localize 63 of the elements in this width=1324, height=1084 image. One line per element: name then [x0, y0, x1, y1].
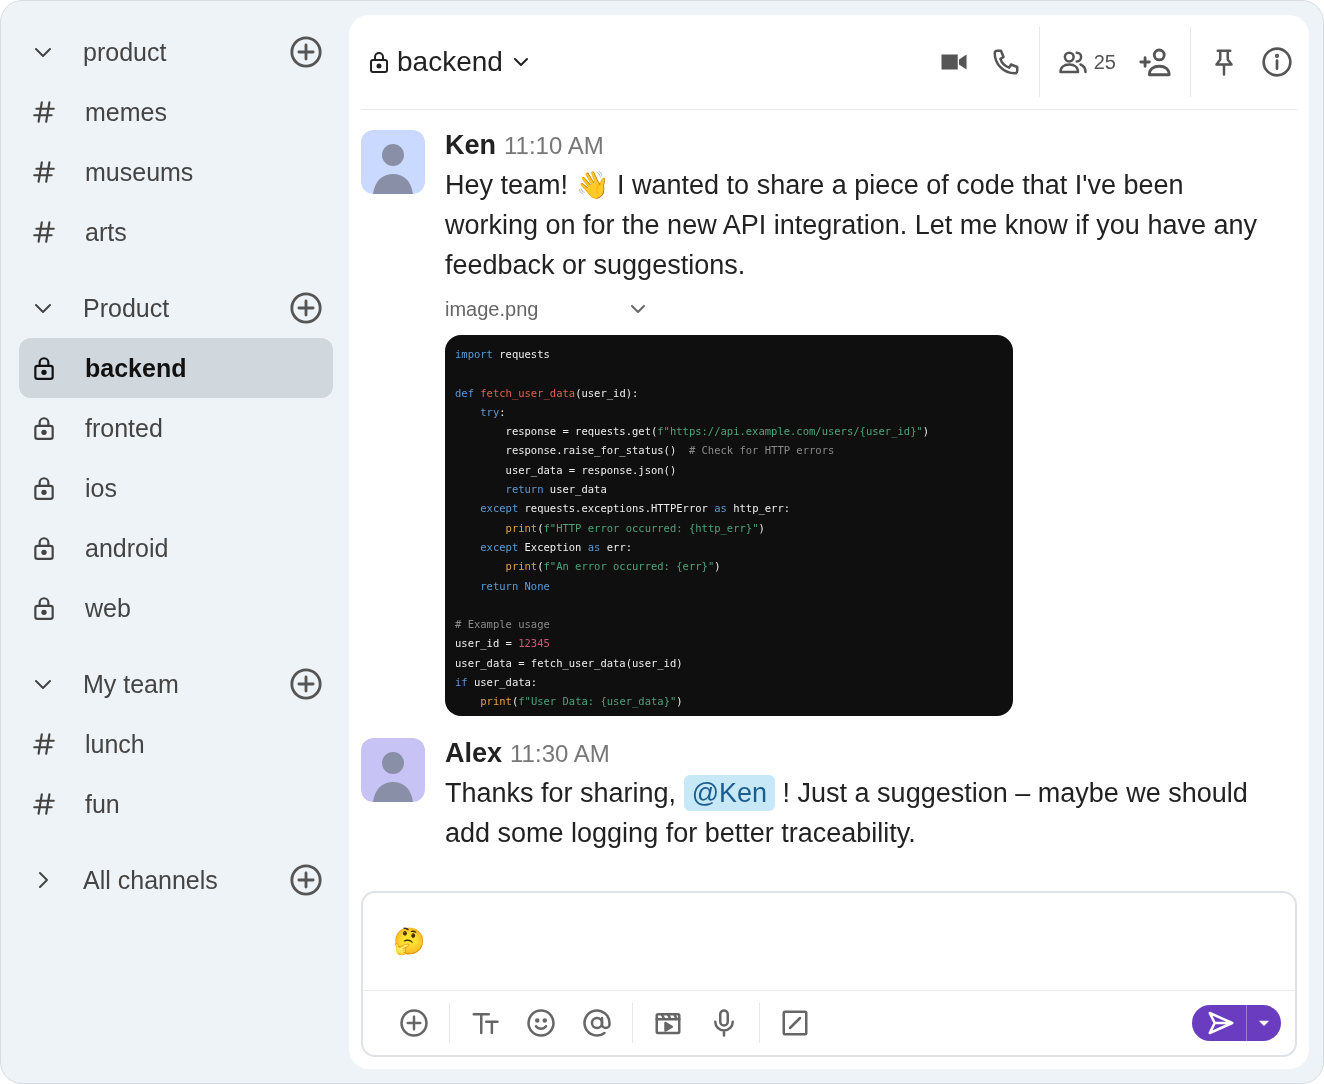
channel-item[interactable]: museums	[19, 142, 333, 202]
section-header[interactable]: All channels	[19, 850, 333, 910]
channel-item[interactable]: memes	[19, 82, 333, 142]
file-name: image.png	[445, 297, 539, 321]
code-line: return user_data	[504, 482, 608, 498]
code-line: user_id = 12345	[455, 636, 551, 652]
code-line: user_data = response.json()	[504, 462, 678, 479]
hash-icon	[31, 219, 57, 245]
slash-box-icon[interactable]	[780, 1008, 810, 1038]
lock-icon	[31, 415, 57, 441]
avatar-placeholder	[361, 130, 425, 194]
lock-icon	[31, 535, 57, 561]
add-icon[interactable]	[399, 1008, 429, 1038]
hash-icon	[31, 791, 57, 817]
hash-icon	[31, 731, 57, 757]
message-text: Hey team! 👋 I wanted to share a piece of code that I've been working on for the new API integration. Let me know if you have any feedback or suggestions.	[445, 169, 1258, 282]
code-line: print(f"An error occurred: {err}")	[504, 559, 722, 575]
author-name: Ken	[445, 130, 496, 161]
code-line: if user_data:	[455, 675, 539, 691]
channel-item[interactable]: web	[19, 578, 333, 638]
code-line: def fetch_user_data(user_id):	[455, 385, 640, 402]
message-text: Thanks for sharing, @Ken ! Just a suggestion – maybe we should add some logging for better traceability.	[445, 772, 1277, 853]
code-line: response.raise_for_status() # Check for HTTP errors	[504, 443, 836, 459]
hash-icon	[31, 159, 57, 185]
channel-item[interactable]: arts	[19, 202, 333, 262]
section-header[interactable]: My team	[19, 654, 333, 714]
lock-icon	[31, 595, 57, 621]
mention-link[interactable]: @Ken	[683, 774, 776, 811]
code-line: return None	[479, 578, 551, 594]
emoji-icon[interactable]	[526, 1008, 556, 1038]
avatar-placeholder	[361, 737, 425, 802]
channel-title[interactable]: backend	[397, 46, 503, 78]
code-line: except Exception as err:	[479, 539, 634, 555]
lock-icon	[31, 475, 57, 501]
channel-item[interactable]: fronted	[19, 398, 333, 458]
code-line: print(f"HTTP error occurred: {http_err}")	[504, 520, 766, 537]
code-line: import requests	[455, 347, 551, 362]
code-line: print(f"User Data: {user_data}")	[479, 694, 684, 710]
add-icon[interactable]	[289, 863, 323, 897]
channel-item[interactable]: lunch	[19, 714, 333, 774]
author-name: Alex	[445, 737, 503, 769]
code-line: # Example usage	[455, 617, 551, 633]
message-time: 11:10 AM	[504, 132, 604, 160]
info-icon[interactable]	[1261, 46, 1293, 78]
hash-icon	[31, 99, 57, 125]
channel-item[interactable]: ios	[19, 458, 333, 518]
channel-item[interactable]: fun	[19, 774, 333, 834]
code-line: user_data = fetch_user_data(user_id)	[455, 655, 684, 672]
code-line: try:	[479, 404, 507, 420]
add-icon[interactable]	[289, 667, 323, 701]
add-icon[interactable]	[289, 35, 323, 69]
channel-item[interactable]: backend	[19, 338, 333, 398]
section-header[interactable]: Product	[19, 278, 333, 338]
code-line: except requests.exceptions.HTTPError as http_err:	[479, 501, 792, 517]
section-header[interactable]: product	[19, 22, 333, 82]
members-button[interactable]: 25	[1057, 47, 1116, 77]
code-line: response = requests.get(f"https://api.example.com/users/{user_id}")	[504, 424, 931, 440]
message-time: 11:30 AM	[510, 739, 610, 768]
lock-icon	[367, 50, 391, 74]
lock-icon	[31, 355, 57, 381]
add-icon[interactable]	[289, 291, 323, 325]
at-sign-icon[interactable]	[582, 1008, 612, 1038]
channel-item[interactable]: android	[19, 518, 333, 578]
